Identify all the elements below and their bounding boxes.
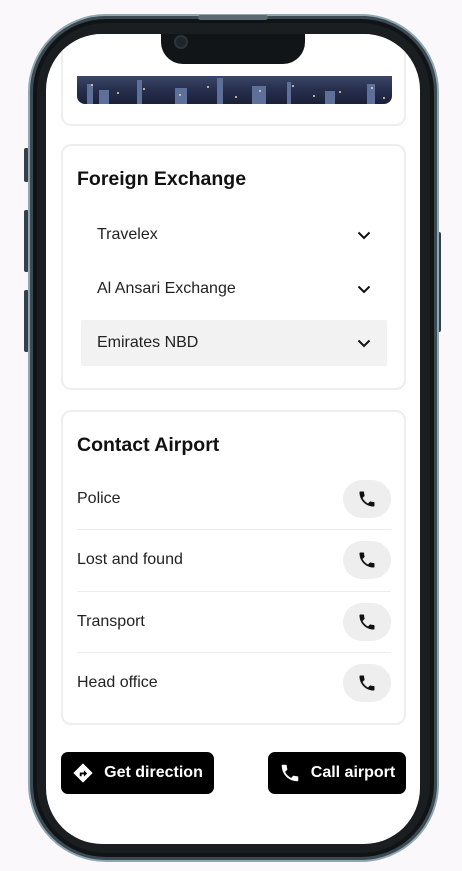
contact-row-head-office: Head office <box>77 652 391 714</box>
fx-item-travelex[interactable]: Travelex <box>81 212 387 258</box>
fx-item-label: Emirates NBD <box>97 334 199 351</box>
chevron-down-icon <box>357 282 371 296</box>
call-transport-button[interactable] <box>343 603 391 641</box>
call-police-button[interactable] <box>343 480 391 518</box>
phone-icon <box>281 764 299 782</box>
speaker-grille <box>198 15 268 20</box>
call-airport-button[interactable]: Call airport <box>268 752 406 794</box>
fx-item-al-ansari[interactable]: Al Ansari Exchange <box>81 266 387 312</box>
scroll-content[interactable]: Foreign Exchange Travelex Al Ansari Exch… <box>46 34 420 844</box>
foreign-exchange-card: Foreign Exchange Travelex Al Ansari Exch… <box>61 144 406 390</box>
contact-label: Lost and found <box>77 551 183 568</box>
notch <box>161 34 305 64</box>
phone-icon <box>359 675 375 691</box>
phone-icon <box>359 491 375 507</box>
directions-icon <box>73 763 93 783</box>
phone-icon <box>359 614 375 630</box>
chevron-down-icon <box>357 228 371 242</box>
chevron-down-icon <box>357 336 371 350</box>
contact-airport-title: Contact Airport <box>77 434 220 456</box>
call-airport-label: Call airport <box>310 764 396 781</box>
foreign-exchange-title: Foreign Exchange <box>77 168 247 190</box>
fx-item-label: Al Ansari Exchange <box>97 280 236 297</box>
contact-row-lost-and-found: Lost and found <box>77 529 391 591</box>
call-lost-and-found-button[interactable] <box>343 541 391 579</box>
phone-screen: Foreign Exchange Travelex Al Ansari Exch… <box>46 34 420 844</box>
contact-airport-card: Contact Airport Police Lost and found Tr… <box>61 410 406 725</box>
contact-label: Police <box>77 490 121 507</box>
get-direction-button[interactable]: Get direction <box>61 752 214 794</box>
fx-item-label: Travelex <box>97 226 158 243</box>
contact-label: Transport <box>77 613 145 630</box>
contact-row-transport: Transport <box>77 591 391 653</box>
phone-icon <box>359 552 375 568</box>
call-head-office-button[interactable] <box>343 664 391 702</box>
fx-item-emirates-nbd[interactable]: Emirates NBD <box>81 320 387 366</box>
contact-row-police: Police <box>77 468 391 530</box>
contact-label: Head office <box>77 674 158 691</box>
camera-icon <box>174 35 188 49</box>
get-direction-label: Get direction <box>104 764 203 781</box>
city-skyline-image <box>77 76 392 104</box>
